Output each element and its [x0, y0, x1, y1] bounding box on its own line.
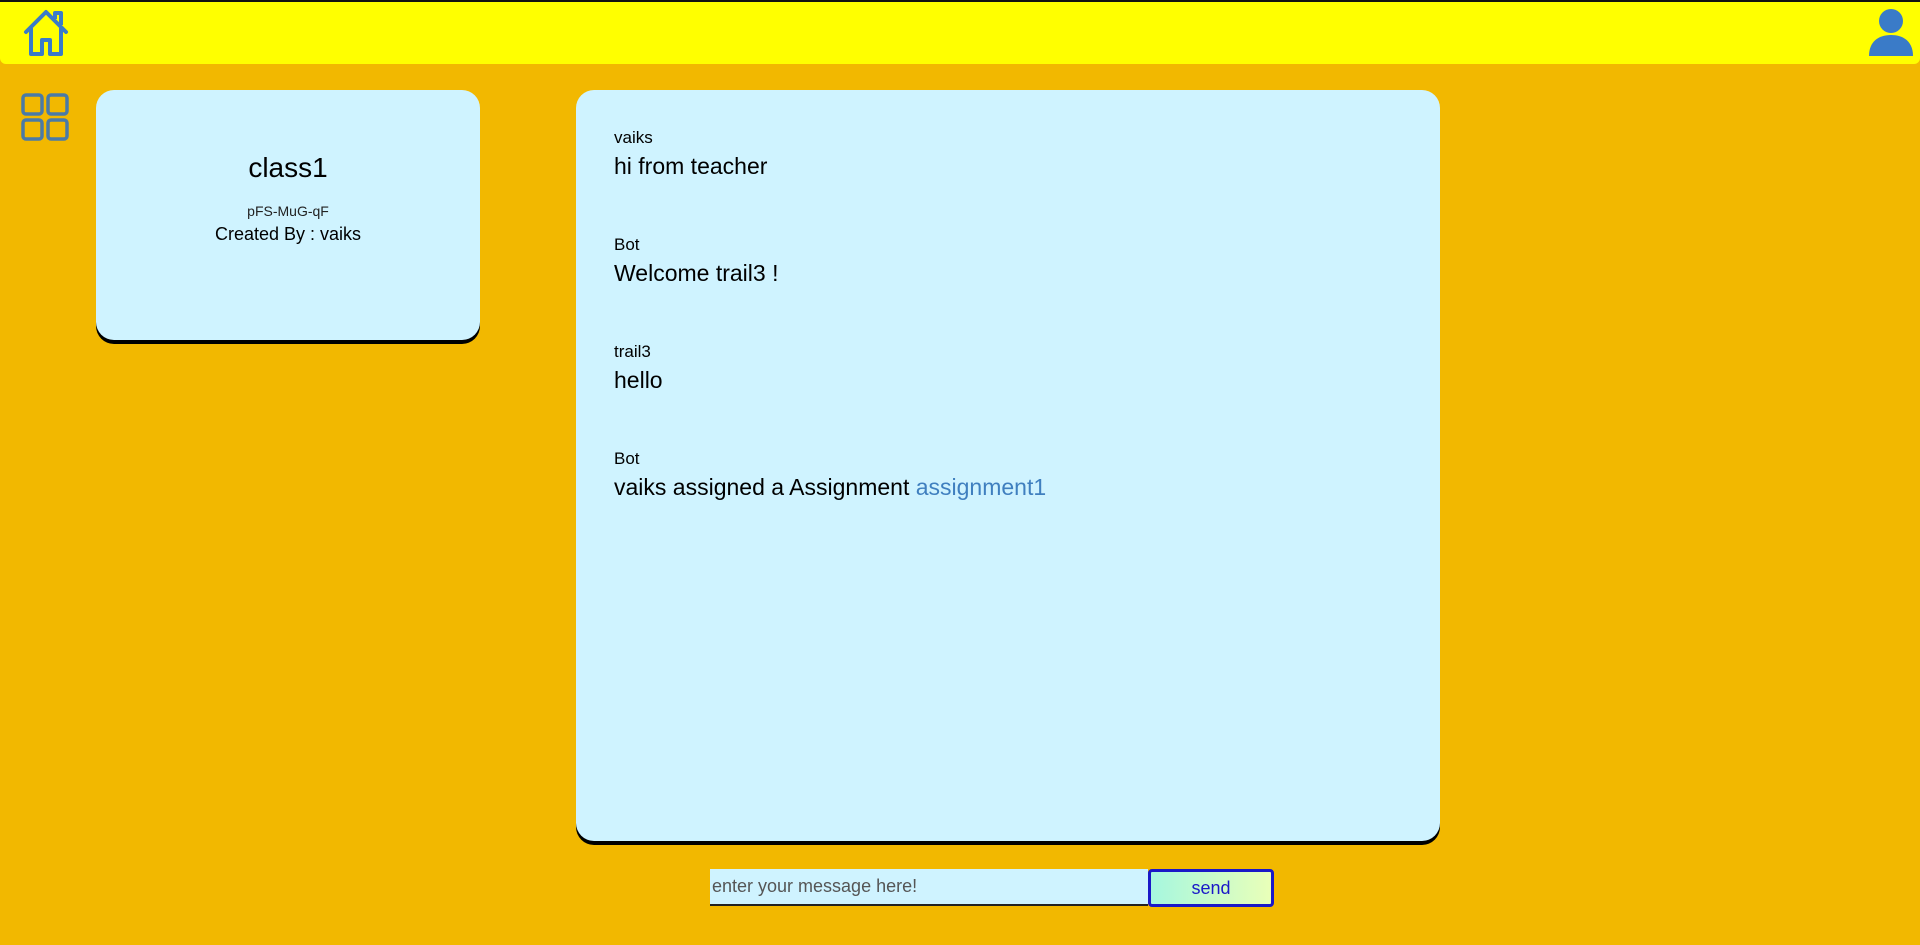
chat-message: vaiks hi from teacher [614, 128, 767, 180]
message-author: Bot [614, 449, 640, 468]
message-author: vaiks [614, 128, 653, 147]
chat-panel: vaiks hi from teacher Bot Welcome trail3… [576, 90, 1440, 841]
class-name: class1 [248, 152, 328, 183]
top-bar [0, 0, 1920, 64]
message-text: hi from teacher [614, 153, 768, 179]
assignment-link[interactable]: assignment1 [916, 474, 1046, 500]
user-icon [1869, 9, 1913, 56]
message-text: Welcome trail3 ! [614, 260, 779, 286]
send-button[interactable]: send [1148, 869, 1274, 907]
chat-message: Bot Welcome trail3 ! [614, 235, 778, 287]
class-creator: Created By : vaiks [214, 224, 362, 244]
message-text-container: vaiks assigned a Assignment assignment1 [614, 474, 1046, 501]
message-composer: send [710, 869, 1274, 907]
home-button[interactable] [18, 4, 74, 60]
chat-message: trail3 hello [614, 342, 663, 394]
app-root: class1 pFS-MuG-qF Created By : vaiks vai… [0, 0, 1920, 945]
grid-icon [21, 93, 69, 141]
message-text: vaiks assigned a Assignment [614, 474, 916, 500]
class-code: pFS-MuG-qF [247, 203, 329, 219]
message-author: Bot [614, 235, 640, 254]
home-icon [24, 10, 68, 56]
class-card[interactable]: class1 pFS-MuG-qF Created By : vaiks [96, 90, 480, 340]
user-profile-button[interactable] [1866, 6, 1916, 58]
message-text: hello [614, 367, 663, 393]
classes-grid-button[interactable] [20, 92, 70, 142]
chat-message: Bot vaiks assigned a Assignment assignme… [614, 449, 1046, 501]
message-input[interactable] [710, 869, 1148, 906]
message-author: trail3 [614, 342, 651, 361]
